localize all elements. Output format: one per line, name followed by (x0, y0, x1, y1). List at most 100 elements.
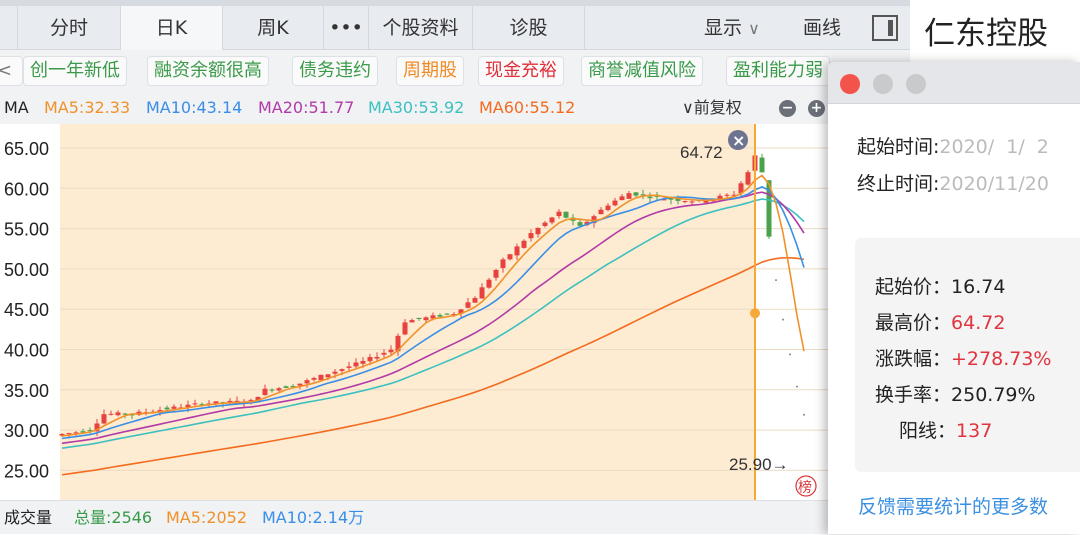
candle-body (339, 369, 345, 371)
tab-daily-k[interactable]: 日K (121, 6, 223, 50)
tag-item[interactable]: 周期股 (396, 56, 464, 86)
stat-label: 换手率： (875, 384, 952, 406)
y-tick-label: 30.00 (4, 421, 49, 441)
selected-range-highlight (60, 124, 755, 500)
high-price-label: 64.72 (680, 143, 723, 162)
ma20-value: MA20:51.77 (258, 98, 355, 117)
tag-item[interactable]: 创一年新低 (23, 56, 127, 86)
candle-body (276, 388, 282, 391)
y-tick-label: 35.00 (4, 381, 49, 401)
minimize-window-icon[interactable] (873, 74, 893, 94)
candle-body (66, 433, 72, 435)
candle-body (759, 157, 765, 173)
candle-body (703, 200, 709, 203)
zoom-in-icon[interactable]: + (808, 100, 825, 117)
candle-body (318, 374, 324, 381)
ma-legend: MA MA5:32.33 MA10:43.14 MA20:51.77 MA30:… (0, 92, 830, 124)
tab-weekly-k[interactable]: 周K (223, 6, 324, 50)
candle-body (689, 201, 695, 203)
y-tick-label: 25.00 (4, 461, 49, 481)
candle-body (479, 287, 485, 299)
feedback-link[interactable]: 反馈需要统计的更多数 (858, 492, 1048, 519)
start-time-value[interactable]: 2020/ 1/ 2 (939, 136, 1049, 158)
candle-body (563, 211, 569, 218)
volume-legend: 成交量 总量:2546 MA5:2052 MA10:2.14万 (0, 500, 830, 534)
volume-total: 总量:2546 (74, 508, 153, 527)
kline-chart[interactable]: 65.00 60.00 55.00 50.00 45.00 40.00 35.00 30.00… (0, 124, 830, 500)
tab-intraday[interactable]: 分时 (18, 6, 121, 50)
end-time-label: 终止时间: (857, 173, 940, 195)
chevron-down-icon: ∨ (748, 19, 760, 38)
candle-body (626, 193, 632, 199)
tag-item[interactable]: 盈利能力弱 (726, 56, 830, 86)
candle-body (633, 192, 639, 196)
stat-value: 64.72 (951, 312, 1006, 334)
future-dot (775, 279, 777, 282)
candle-body (108, 413, 114, 415)
candle-body (164, 407, 170, 410)
future-dot (782, 318, 784, 321)
candle-body (304, 380, 310, 384)
sidebar-toggle-icon[interactable] (0, 6, 18, 50)
candle-body (269, 389, 275, 391)
candle-body (381, 352, 387, 355)
candle-body (535, 227, 541, 235)
zoom-out-icon[interactable]: − (779, 100, 796, 117)
stats-box: 起始价：16.74 最高价：64.72 涨跌幅：+278.73% 换手率：250… (855, 238, 1080, 472)
end-time-value[interactable]: 2020/11/20 (939, 173, 1049, 195)
tab-diagnosis[interactable]: 诊股 (473, 6, 585, 50)
candle-body (360, 360, 366, 364)
close-window-icon[interactable] (840, 74, 860, 94)
tag-item[interactable]: 融资余额很高 (147, 56, 269, 86)
candle-body (605, 205, 611, 211)
tag-item[interactable]: 现金充裕 (478, 56, 564, 86)
candle-body (612, 200, 618, 206)
start-time-field[interactable]: 起始时间:2020/ 1/ 2 (857, 132, 1049, 159)
candle-body (388, 349, 394, 353)
price-adjust-dropdown[interactable]: ∨前复权 (682, 92, 742, 124)
candle-body (444, 313, 450, 315)
candle-body (514, 246, 520, 256)
candle-body (724, 194, 730, 196)
maximize-window-icon[interactable] (906, 74, 926, 94)
candle-body (115, 412, 121, 416)
stock-name: 仁东控股 (924, 16, 1048, 52)
tag-scroll-left-icon[interactable]: < (0, 56, 24, 86)
candle-body (528, 233, 534, 239)
display-dropdown[interactable]: 显示 ∨ (704, 6, 760, 50)
ma5-value: MA5:32.33 (44, 98, 131, 117)
rank-badge-text: 榜 (798, 479, 812, 496)
draw-line-button[interactable]: 画线 (803, 6, 841, 50)
candle-body (409, 320, 415, 323)
stat-label: 涨跌幅： (875, 348, 952, 370)
candle-body (556, 211, 562, 217)
candle-body (101, 414, 107, 424)
volume-ma5: MA5:2052 (166, 508, 248, 527)
candle-body (353, 362, 359, 367)
more-tabs-button[interactable]: ••• (324, 6, 369, 50)
candle-body (346, 366, 352, 368)
candle-body (262, 388, 268, 396)
interval-stats-window: 起始时间:2020/ 1/ 2 终止时间:2020/11/20 起始价：16.7… (828, 62, 1080, 534)
candle-body (325, 374, 331, 378)
window-titlebar[interactable] (828, 62, 1080, 104)
candle-body (283, 386, 289, 388)
candle-body (507, 254, 513, 260)
candle-body (486, 279, 492, 288)
low-price-label: 25.90→ (729, 455, 789, 474)
candle-body (416, 317, 422, 319)
candle-body (332, 371, 338, 374)
tag-item[interactable]: 商誉减值风险 (581, 56, 703, 86)
y-tick-label: 60.00 (4, 179, 49, 199)
candle-body (647, 196, 653, 199)
stat-value: 16.74 (951, 276, 1006, 298)
stat-value: +278.73% (951, 348, 1052, 370)
tab-stock-profile[interactable]: 个股资料 (369, 6, 473, 50)
end-time-field[interactable]: 终止时间:2020/11/20 (857, 169, 1049, 196)
candle-body (549, 217, 555, 223)
panel-toggle-icon[interactable] (872, 15, 898, 41)
tag-item[interactable]: 债务违约 (292, 56, 378, 86)
future-dot (789, 353, 791, 356)
ma30-value: MA30:53.92 (368, 98, 465, 117)
candle-body (521, 240, 527, 248)
